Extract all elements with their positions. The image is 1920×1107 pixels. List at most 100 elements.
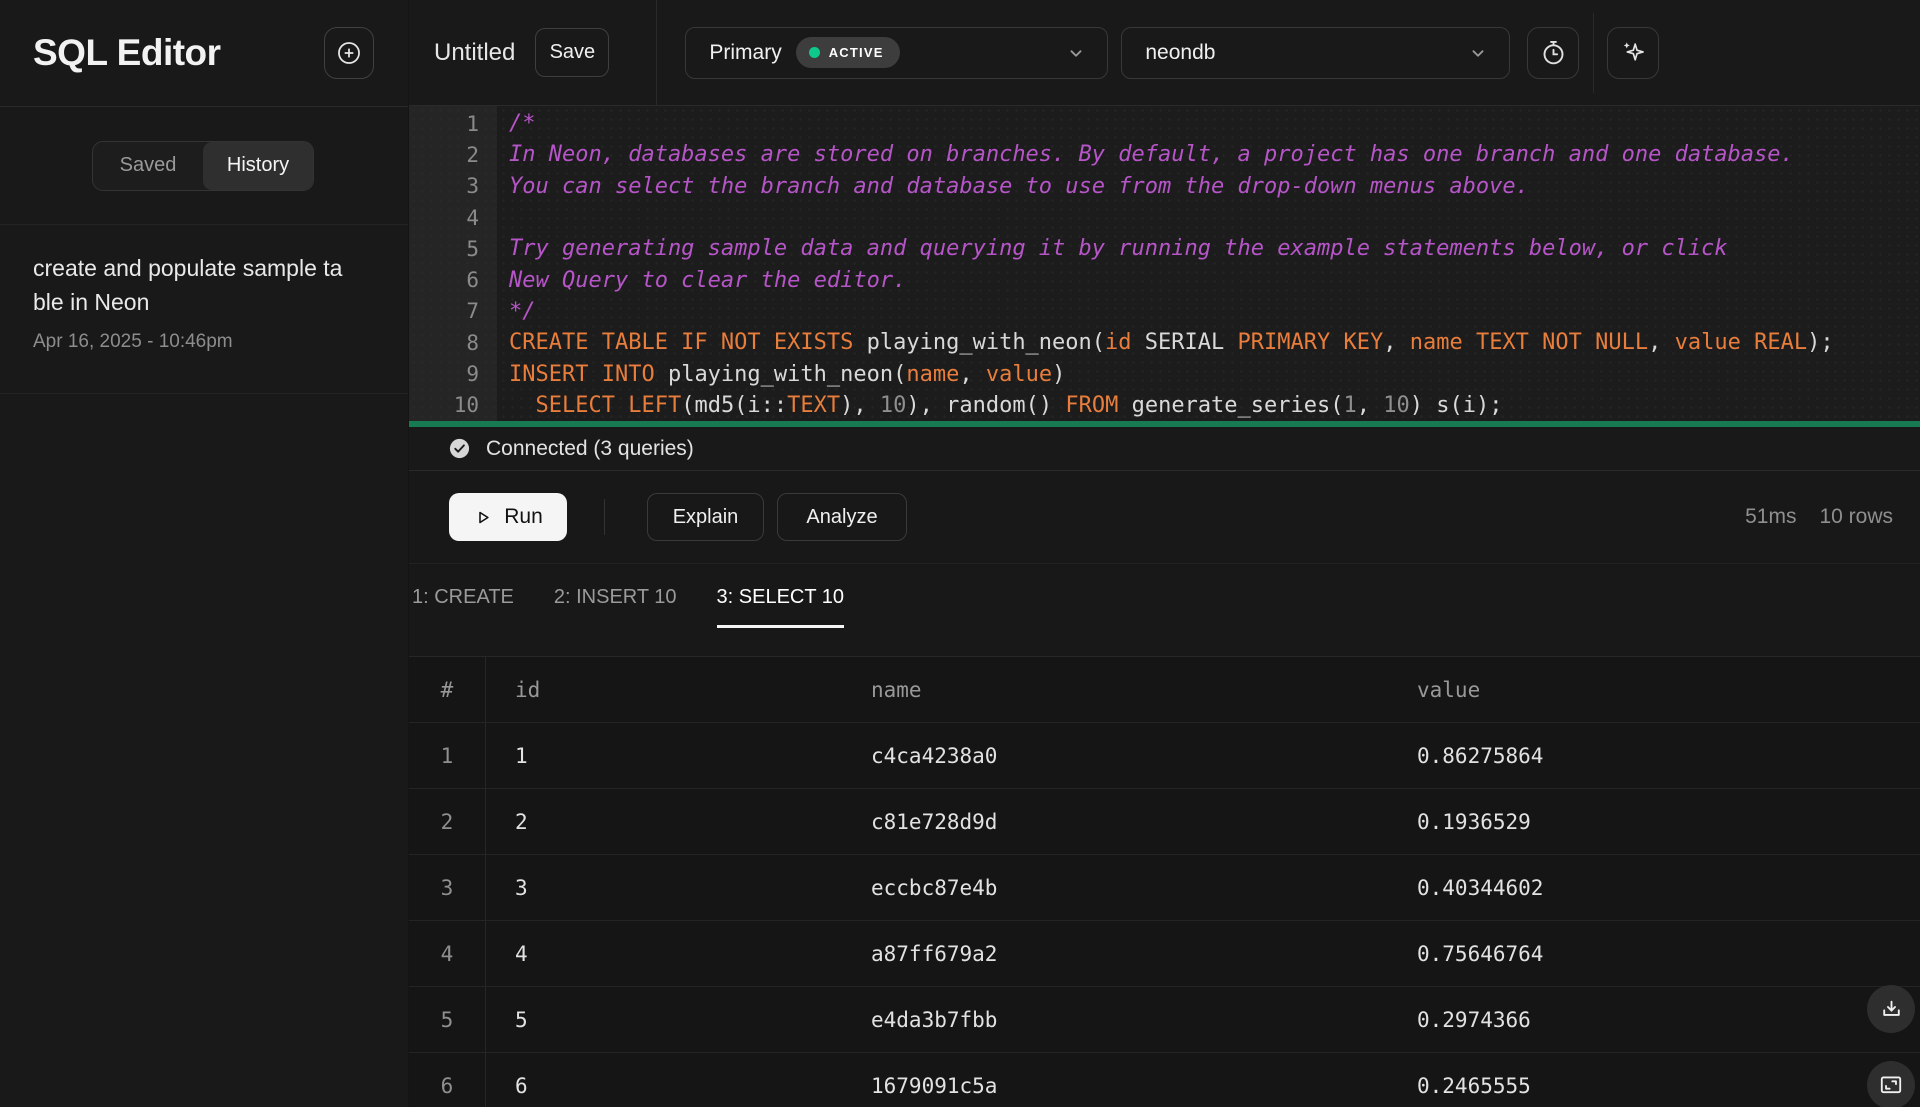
toolbar-divider xyxy=(656,0,657,105)
plus-circle-icon xyxy=(335,39,363,67)
active-status-label: ACTIVE xyxy=(829,45,884,60)
data-cell: 3 xyxy=(486,855,842,920)
download-results-button[interactable] xyxy=(1867,985,1915,1033)
sidebar: SQL Editor Saved History create and popu… xyxy=(0,0,408,1107)
code-line[interactable]: 1/* xyxy=(409,108,1920,139)
new-query-button[interactable] xyxy=(324,27,374,79)
history-item-title: create and populate sample table in Neon xyxy=(33,251,351,319)
code-token: ), xyxy=(840,393,880,418)
column-header-name: name xyxy=(842,657,1388,722)
code-token: , xyxy=(1383,330,1410,355)
code-text: You can select the branch and database t… xyxy=(497,174,1529,199)
branch-select[interactable]: Primary ACTIVE xyxy=(685,27,1108,79)
chevron-down-icon xyxy=(1065,42,1087,64)
data-cell: a87ff679a2 xyxy=(842,921,1388,986)
connection-status-text: Connected (3 queries) xyxy=(486,437,694,461)
code-token: value REAL xyxy=(1675,330,1807,355)
chevron-down-icon xyxy=(1467,42,1489,64)
line-number: 9 xyxy=(409,362,497,386)
code-text: In Neon, databases are stored on branche… xyxy=(497,142,1794,167)
expand-icon xyxy=(1878,1072,1904,1098)
column-header-value: value xyxy=(1388,657,1920,722)
code-token: Try generating sample data and querying … xyxy=(509,236,1728,261)
data-cell: 2 xyxy=(486,789,842,854)
line-number: 4 xyxy=(409,206,497,230)
data-cell: 1 xyxy=(486,723,842,788)
analyze-button[interactable]: Analyze xyxy=(777,493,907,541)
code-line[interactable]: 8CREATE TABLE IF NOT EXISTS playing_with… xyxy=(409,327,1920,358)
branch-status-badge: ACTIVE xyxy=(796,37,900,68)
code-text: CREATE TABLE IF NOT EXISTS playing_with_… xyxy=(497,330,1834,355)
code-line[interactable]: 4 xyxy=(409,202,1920,233)
query-timer-button[interactable] xyxy=(1527,27,1579,79)
code-line[interactable]: 10 SELECT LEFT(md5(i::TEXT), 10), random… xyxy=(409,390,1920,421)
row-number-cell: 6 xyxy=(409,1053,486,1107)
code-token: You can select the branch and database t… xyxy=(509,174,1529,199)
expand-results-button[interactable] xyxy=(1867,1061,1915,1107)
code-line[interactable]: 5Try generating sample data and querying… xyxy=(409,233,1920,264)
code-token: */ xyxy=(509,299,536,324)
code-token: SELECT LEFT xyxy=(536,393,682,418)
database-select-value: neondb xyxy=(1145,41,1215,65)
data-cell: 6 xyxy=(486,1053,842,1107)
database-select[interactable]: neondb xyxy=(1121,27,1510,79)
row-number-cell: 3 xyxy=(409,855,486,920)
result-tab-2[interactable]: 2: INSERT 10 xyxy=(554,564,677,631)
tab-history[interactable]: History xyxy=(203,142,313,190)
code-token: ) xyxy=(1052,362,1065,387)
data-cell: 0.2465555 xyxy=(1388,1053,1920,1107)
ai-assist-button[interactable] xyxy=(1607,27,1659,79)
data-cell: 0.2974366 xyxy=(1388,987,1920,1052)
sidebar-tabs-row: Saved History xyxy=(0,107,408,225)
result-row-count: 10 rows xyxy=(1819,505,1893,529)
table-row[interactable]: 33eccbc87e4b0.40344602 xyxy=(409,855,1920,921)
code-line[interactable]: 7*/ xyxy=(409,296,1920,327)
tab-saved[interactable]: Saved xyxy=(93,142,203,190)
code-token xyxy=(509,393,536,418)
code-token: id xyxy=(1105,330,1132,355)
code-line[interactable]: 9INSERT INTO playing_with_neon(name, val… xyxy=(409,358,1920,389)
code-token: value xyxy=(986,362,1052,387)
explain-button[interactable]: Explain xyxy=(647,493,764,541)
code-line[interactable]: 2In Neon, databases are stored on branch… xyxy=(409,139,1920,170)
history-list-item[interactable]: create and populate sample table in Neon… xyxy=(0,225,408,394)
run-button[interactable]: Run xyxy=(449,493,567,541)
actions-row: Run Explain Analyze 51ms 10 rows xyxy=(409,471,1920,563)
table-row[interactable]: 44a87ff679a20.75646764 xyxy=(409,921,1920,987)
result-tab-3[interactable]: 3: SELECT 10 xyxy=(717,564,844,631)
code-text: */ xyxy=(497,299,536,324)
table-row[interactable]: 11c4ca4238a00.86275864 xyxy=(409,723,1920,789)
branch-select-value: Primary xyxy=(709,41,781,65)
page-title: SQL Editor xyxy=(33,32,221,74)
sql-editor-app: SQL Editor Saved History create and popu… xyxy=(0,0,1920,1107)
code-token: 1 xyxy=(1344,393,1357,418)
data-cell: 0.1936529 xyxy=(1388,789,1920,854)
table-row[interactable]: 661679091c5a0.2465555 xyxy=(409,1053,1920,1107)
data-cell: 0.86275864 xyxy=(1388,723,1920,788)
saved-history-toggle: Saved History xyxy=(92,141,314,191)
row-number-cell: 4 xyxy=(409,921,486,986)
top-toolbar: Untitled Save Primary ACTIVE neondb xyxy=(409,0,1920,106)
data-cell: e4da3b7fbb xyxy=(842,987,1388,1052)
sparkles-icon xyxy=(1620,39,1647,66)
code-line[interactable]: 3 You can select the branch and database … xyxy=(409,171,1920,202)
play-icon xyxy=(473,507,494,528)
code-editor[interactable]: 1/*2In Neon, databases are stored on bra… xyxy=(409,106,1920,421)
code-token: INSERT INTO xyxy=(509,362,655,387)
table-row[interactable]: 22c81e728d9d0.1936529 xyxy=(409,789,1920,855)
code-text: INSERT INTO playing_with_neon(name, valu… xyxy=(497,362,1065,387)
line-number: 3 xyxy=(409,174,497,198)
download-icon xyxy=(1879,997,1904,1022)
line-number: 8 xyxy=(409,331,497,355)
table-row[interactable]: 55e4da3b7fbb0.2974366 xyxy=(409,987,1920,1053)
code-token: SERIAL xyxy=(1132,330,1238,355)
row-number-cell: 1 xyxy=(409,723,486,788)
toolbar-divider xyxy=(1593,13,1594,93)
save-button[interactable]: Save xyxy=(535,28,609,77)
code-line[interactable]: 6New Query to clear the editor. xyxy=(409,264,1920,295)
data-cell: 1679091c5a xyxy=(842,1053,1388,1107)
row-number-cell: 5 xyxy=(409,987,486,1052)
result-tab-1[interactable]: 1: CREATE xyxy=(412,564,514,631)
code-lines: 1/*2In Neon, databases are stored on bra… xyxy=(409,106,1920,421)
code-token: , xyxy=(1648,330,1675,355)
